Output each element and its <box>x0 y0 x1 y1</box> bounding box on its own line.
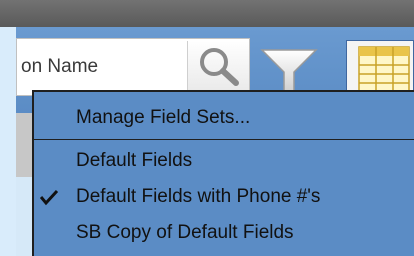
menu-item-label: Manage Field Sets... <box>76 107 251 128</box>
grid-icon <box>358 46 410 92</box>
window-top-bar <box>0 0 414 27</box>
magnifier-icon <box>200 48 239 86</box>
menu-item-label: Default Fields <box>76 150 193 171</box>
menu-item-default-fields-phone[interactable]: Default Fields with Phone #'s <box>34 179 414 215</box>
search-input[interactable] <box>17 39 185 95</box>
menu-item-label: Default Fields with Phone #'s <box>76 186 321 207</box>
menu-separator <box>34 139 414 140</box>
funnel-icon <box>260 49 318 93</box>
underlying-panel <box>16 113 33 177</box>
filter-button[interactable] <box>258 44 320 96</box>
search-box <box>16 38 250 96</box>
menu-item-label: SB Copy of Default Fields <box>76 222 294 243</box>
menu-item-default-fields[interactable]: Default Fields <box>34 143 414 179</box>
checkmark-icon <box>40 189 58 206</box>
search-button[interactable] <box>187 41 249 93</box>
menu-item-manage-field-sets[interactable]: Manage Field Sets... <box>34 100 414 136</box>
menu-item-sb-copy-default-fields[interactable]: SB Copy of Default Fields <box>34 215 414 251</box>
field-set-menu: Manage Field Sets... Default Fields Defa… <box>32 90 414 256</box>
left-border-strip <box>0 27 16 256</box>
